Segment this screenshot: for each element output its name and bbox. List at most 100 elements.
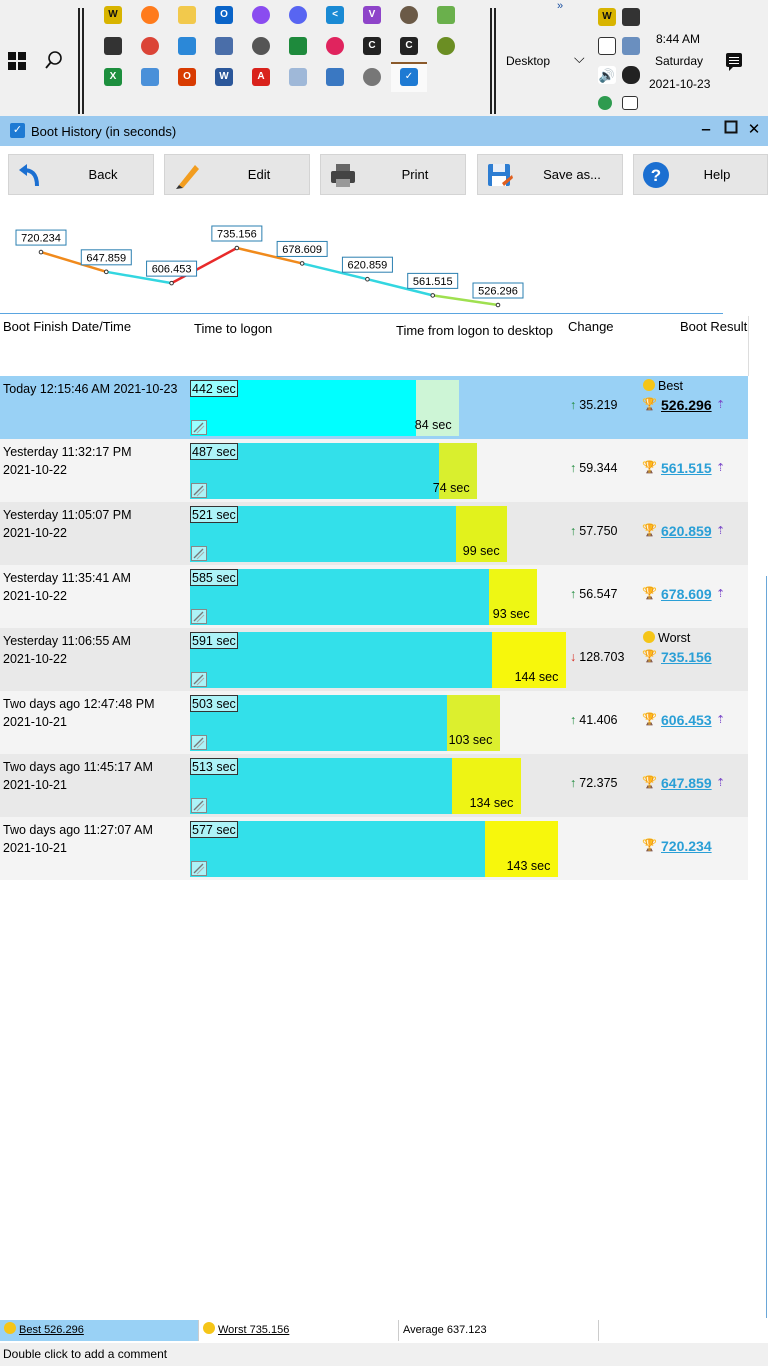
- comment-pencil-icon[interactable]: [191, 798, 207, 813]
- time-to-logon-value: 591 sec: [190, 632, 238, 649]
- command-prompt-admin-icon[interactable]: C: [400, 37, 418, 55]
- column-header-finish[interactable]: Boot Finish Date/Time: [3, 319, 131, 334]
- office-icon[interactable]: O: [178, 68, 196, 86]
- apps-grid-icon[interactable]: [178, 37, 196, 55]
- more-toolbars-button[interactable]: »: [557, 0, 563, 12]
- chart-point[interactable]: [495, 302, 501, 308]
- microphone-icon[interactable]: [622, 66, 640, 84]
- save-as-button[interactable]: Save as...: [477, 154, 623, 195]
- chrome-icon[interactable]: [141, 37, 159, 55]
- column-header-result[interactable]: Boot Result: [680, 319, 747, 334]
- command-prompt-icon[interactable]: C: [363, 37, 381, 55]
- chevron-down-icon[interactable]: ⌵: [574, 50, 585, 67]
- boot-result-link[interactable]: 647.859: [661, 775, 712, 791]
- close-button[interactable]: ✕: [745, 120, 763, 140]
- chart-point[interactable]: [234, 245, 240, 251]
- boot-result-link[interactable]: 678.609: [661, 586, 712, 602]
- boot-result-link[interactable]: 620.859: [661, 523, 712, 539]
- chart-point[interactable]: [299, 261, 305, 266]
- firefox-icon[interactable]: [141, 6, 159, 24]
- messenger-icon[interactable]: [252, 6, 270, 24]
- search-icon[interactable]: [44, 50, 64, 70]
- table-row[interactable]: Yesterday 11:05:07 PM 2021-10-22 521 sec 99…: [0, 502, 748, 565]
- boot-result-link[interactable]: 561.515: [661, 460, 712, 476]
- boot-result-link[interactable]: 720.234: [661, 838, 712, 854]
- vscode-icon[interactable]: <: [326, 6, 344, 24]
- table-row[interactable]: Yesterday 11:32:17 PM 2021-10-22 487 sec 74…: [0, 439, 748, 502]
- chart-point[interactable]: [365, 276, 370, 282]
- table-row[interactable]: Yesterday 11:35:41 AM 2021-10-22 585 sec 93…: [0, 565, 748, 628]
- comment-pencil-icon[interactable]: [191, 546, 207, 561]
- paint-icon[interactable]: [437, 6, 455, 24]
- help-button[interactable]: ? Help: [633, 154, 768, 195]
- settings-gear-icon[interactable]: [252, 37, 270, 55]
- word-icon[interactable]: W: [215, 68, 233, 86]
- green-app-icon[interactable]: [289, 37, 307, 55]
- usb-drive-icon[interactable]: [598, 37, 616, 55]
- network-tray-icon[interactable]: [622, 96, 638, 110]
- boot-result-link[interactable]: 735.156: [661, 649, 712, 665]
- time-to-logon-value: 503 sec: [190, 695, 238, 712]
- print-button[interactable]: Print: [320, 154, 466, 195]
- acrobat-icon[interactable]: A: [252, 68, 270, 86]
- tray-camera-icon[interactable]: [622, 8, 640, 26]
- edit-button[interactable]: Edit: [164, 154, 310, 195]
- windows-start-icon[interactable]: [8, 52, 26, 70]
- boot-history-app-icon[interactable]: ✓: [400, 68, 418, 86]
- column-header-desktop[interactable]: Time from logon to desktop: [396, 323, 553, 338]
- desktop-toolbar-label[interactable]: Desktop: [506, 54, 550, 68]
- column-header-change[interactable]: Change: [568, 319, 614, 334]
- speaker-icon[interactable]: 🔊: [598, 66, 616, 84]
- contact-card-icon[interactable]: [141, 68, 159, 86]
- comment-pencil-icon[interactable]: [191, 735, 207, 750]
- chart-point[interactable]: [103, 269, 109, 275]
- comment-pencil-icon[interactable]: [191, 672, 207, 687]
- tray-app-icon[interactable]: W: [598, 8, 616, 26]
- visual-studio-icon[interactable]: V: [363, 6, 381, 24]
- column-header-logon[interactable]: Time to logon: [194, 321, 272, 336]
- change-value: ↑ 35.219: [570, 398, 617, 412]
- notepad-icon[interactable]: [289, 68, 307, 86]
- gimp-icon[interactable]: [400, 6, 418, 24]
- display-icon[interactable]: [622, 37, 640, 55]
- comment-pencil-icon[interactable]: [191, 609, 207, 624]
- table-row[interactable]: Two days ago 11:27:07 AM 2021-10-21 577 se…: [0, 817, 748, 880]
- table-row[interactable]: Two days ago 12:47:48 PM 2021-10-21 503 se…: [0, 691, 748, 754]
- tree-app-icon[interactable]: [437, 37, 455, 55]
- outlook-icon[interactable]: O: [215, 6, 233, 24]
- status-worst[interactable]: Worst 735.156: [199, 1320, 399, 1341]
- window-title-bar[interactable]: ✓ Boot History (in seconds) ‒ ✕: [0, 116, 768, 146]
- excel-like-icon[interactable]: X: [104, 68, 122, 86]
- change-number: 35.219: [579, 398, 618, 412]
- boot-result-link[interactable]: 526.296: [661, 397, 712, 413]
- chart-point[interactable]: [169, 280, 174, 286]
- taskbar-app-icon[interactable]: W: [104, 6, 122, 24]
- red-molecule-icon[interactable]: [326, 37, 344, 55]
- comment-pencil-icon[interactable]: [191, 483, 207, 498]
- boot-time-line-chart[interactable]: 720.234 647.859 606.453 735.156 678.609 620.8…: [0, 218, 768, 316]
- discord-icon[interactable]: [289, 6, 307, 24]
- table-row[interactable]: Two days ago 11:45:17 AM 2021-10-21 513 se…: [0, 754, 748, 817]
- clock-time[interactable]: 8:44 AM: [656, 32, 700, 46]
- chart-point[interactable]: [38, 249, 44, 255]
- status-best[interactable]: Best 526.296: [0, 1320, 199, 1341]
- notifications-icon[interactable]: [726, 53, 742, 71]
- clock-day[interactable]: Saturday: [655, 54, 703, 68]
- camera-app-icon[interactable]: [104, 37, 122, 55]
- comment-pencil-icon[interactable]: [191, 420, 207, 435]
- file-explorer-icon[interactable]: [178, 6, 196, 24]
- table-row[interactable]: Today 12:15:46 AM 2021-10-23 442 sec 84 se…: [0, 376, 748, 439]
- chart-point[interactable]: [430, 293, 436, 298]
- document-icon[interactable]: [326, 68, 344, 86]
- table-row[interactable]: Yesterday 11:06:55 AM 2021-10-22 591 sec 14…: [0, 628, 748, 691]
- change-value: ↑ 56.547: [570, 587, 617, 601]
- clock-app-icon[interactable]: [363, 68, 381, 86]
- back-button[interactable]: Back: [8, 154, 154, 195]
- clock-date[interactable]: 2021-10-23: [649, 77, 710, 91]
- comment-pencil-icon[interactable]: [191, 861, 207, 876]
- boot-result-link[interactable]: 606.453: [661, 712, 712, 728]
- tray-green-icon[interactable]: [598, 96, 612, 110]
- maximize-button[interactable]: [722, 120, 740, 140]
- minimize-button[interactable]: ‒: [697, 120, 715, 140]
- network-icon[interactable]: [215, 37, 233, 55]
